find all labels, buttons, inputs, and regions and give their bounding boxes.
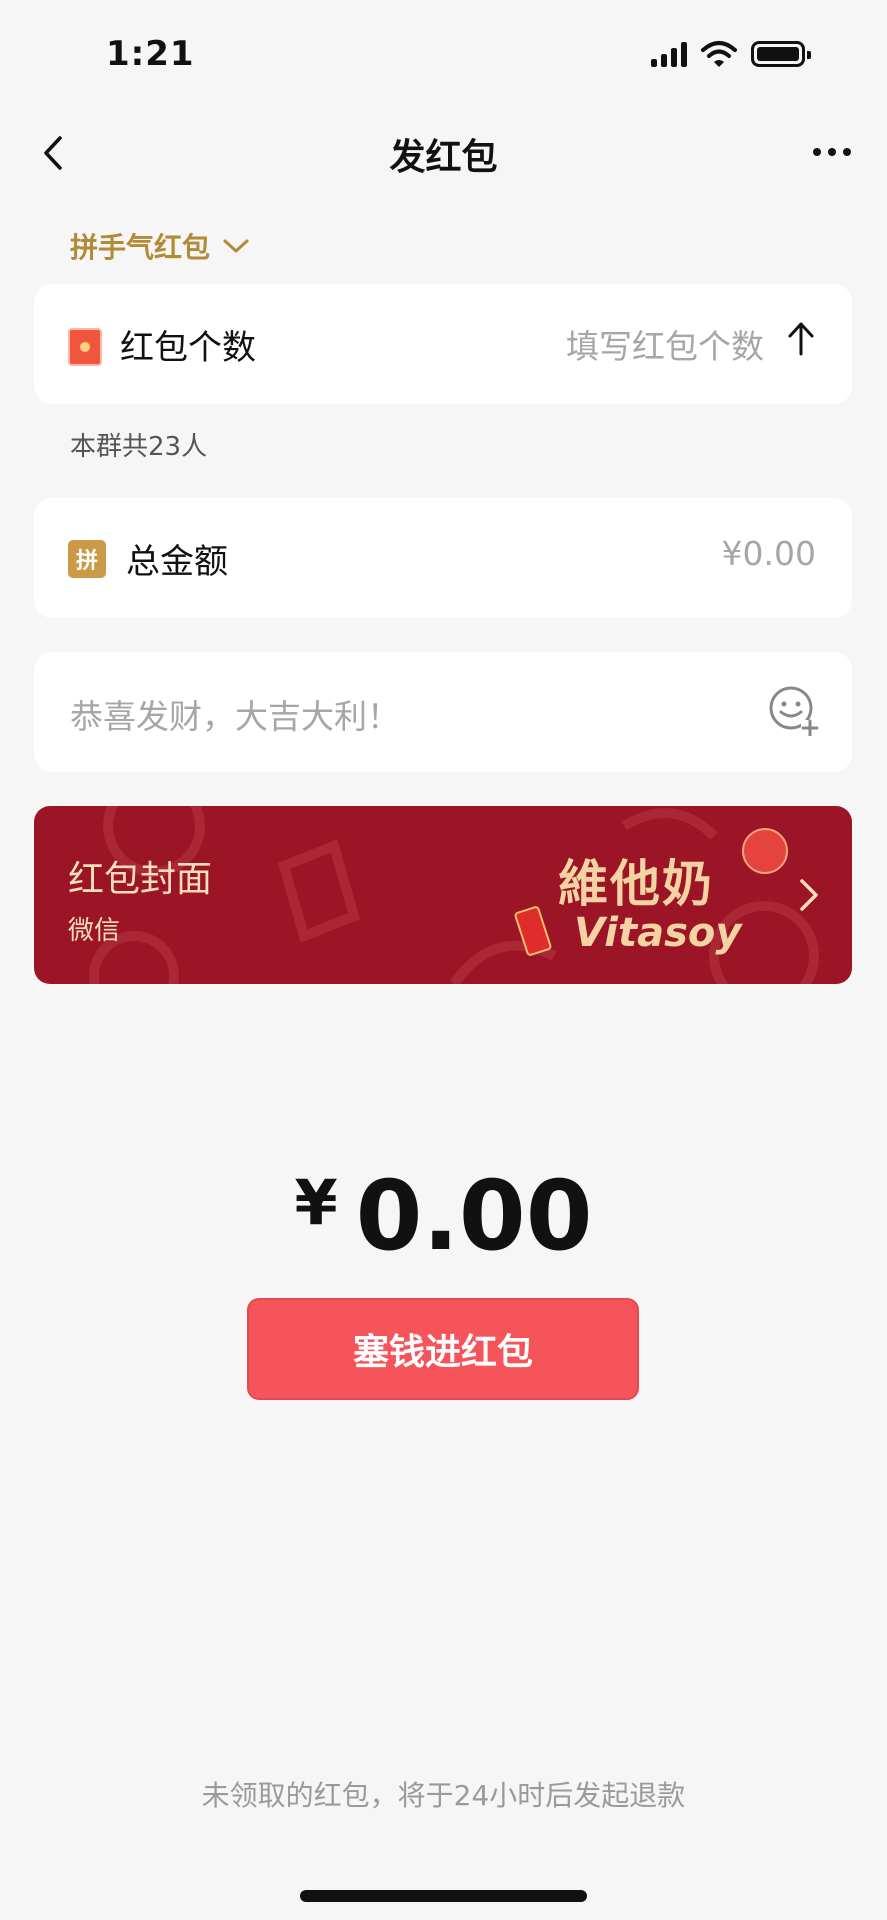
more-dots-icon[interactable] <box>807 132 857 172</box>
packet-count-card[interactable]: 红包个数 填写红包个数 <box>34 284 852 404</box>
brand-logo-en: Vitasoy <box>574 910 742 956</box>
cover-subtitle: 微信 <box>68 916 121 946</box>
nav-bar: 发红包 <box>0 110 887 210</box>
cover-title: 红包封面 <box>68 859 213 900</box>
emoji-add-icon[interactable] <box>767 684 819 736</box>
total-value: 0.00 <box>355 1160 593 1272</box>
status-bar: 1:21 <box>0 0 887 110</box>
total-amount-card[interactable]: 拼 总金额 ¥0.00 <box>34 498 852 618</box>
packet-cover-banner[interactable]: 红包封面 微信 維他奶 Vitasoy <box>34 806 852 984</box>
total-display: ¥0.00 <box>0 1160 887 1272</box>
arrow-up-icon <box>788 322 814 356</box>
total-amount-label: 总金额 <box>126 542 228 582</box>
page-title: 发红包 <box>389 137 498 178</box>
status-icons <box>651 40 811 68</box>
refund-note: 未领取的红包，将于24小时后发起退款 <box>201 1779 686 1812</box>
currency-symbol: ¥ <box>294 1166 338 1239</box>
group-member-count: 本群共23人 <box>70 432 208 462</box>
packet-type-selector[interactable]: 拼手气红包 <box>70 226 250 266</box>
submit-button[interactable]: 塞钱进红包 <box>247 1298 639 1400</box>
greeting-input[interactable]: 恭喜发财，大吉大利！ <box>70 690 400 738</box>
lantern-icon <box>742 828 788 874</box>
pin-badge-icon: 拼 <box>68 540 106 578</box>
chevron-right-icon <box>800 879 818 911</box>
chevron-down-icon <box>223 239 249 253</box>
battery-icon <box>751 41 811 67</box>
packet-count-label: 红包个数 <box>120 328 256 368</box>
total-amount-input[interactable]: ¥0.00 <box>722 534 816 573</box>
status-time: 1:21 <box>106 34 195 74</box>
packet-count-input[interactable]: 填写红包个数 <box>566 320 764 368</box>
packet-type-label: 拼手气红包 <box>70 231 211 264</box>
home-indicator[interactable] <box>300 1890 587 1902</box>
red-packet-icon <box>68 328 102 366</box>
brand-logo-cn: 維他奶 <box>558 855 714 913</box>
signal-icon <box>651 41 687 67</box>
wifi-icon <box>701 41 737 67</box>
